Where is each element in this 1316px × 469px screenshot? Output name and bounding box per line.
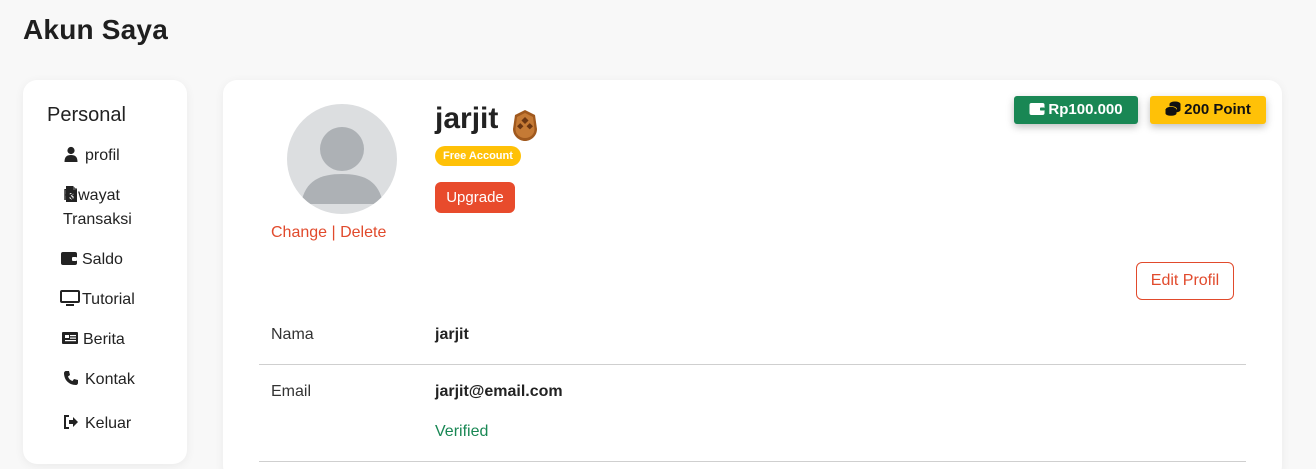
delete-avatar-link[interactable]: Delete: [340, 224, 386, 241]
sidebar-item-label: Keluar: [85, 415, 132, 432]
name-label: Nama: [271, 326, 314, 343]
sidebar-item-label: Kontak: [85, 371, 135, 388]
sidebar-heading: Personal: [47, 104, 126, 126]
sidebar-item-tutorial[interactable]: Tutorial: [60, 288, 170, 312]
sidebar: Personal profil $ Riwayat Transaksi Sald…: [23, 80, 187, 464]
avatar[interactable]: [287, 104, 397, 214]
point-badge[interactable]: 200 Point: [1150, 96, 1266, 124]
email-verified-status: Verified: [435, 423, 489, 440]
newspaper-icon: [61, 330, 81, 346]
sidebar-item-berita[interactable]: Berita: [61, 328, 171, 352]
row-divider: [259, 364, 1246, 365]
wallet-icon: [60, 250, 80, 266]
sidebar-item-profil[interactable]: profil: [63, 144, 173, 168]
sidebar-item-label: Riwayat Transaksi: [63, 187, 132, 228]
monitor-icon: [60, 290, 80, 306]
sidebar-item-label: Berita: [83, 331, 125, 348]
sidebar-item-label: profil: [85, 147, 120, 164]
page-title: Akun Saya: [23, 14, 168, 45]
coins-icon: [1165, 98, 1181, 126]
email-value: jarjit@email.com: [435, 383, 563, 400]
user-icon: [63, 146, 83, 162]
sidebar-item-riwayat-transaksi[interactable]: $ Riwayat Transaksi: [63, 184, 181, 232]
sidebar-item-saldo[interactable]: Saldo: [60, 248, 170, 272]
profile-card: Change | Delete jarjit Free Account Upgr…: [223, 80, 1282, 469]
name-value: jarjit: [435, 326, 469, 343]
wallet-icon: [1029, 98, 1045, 126]
rank-badge-icon: [510, 109, 540, 142]
sidebar-item-label: Saldo: [82, 251, 123, 268]
account-type-badge: Free Account: [435, 146, 521, 166]
upgrade-button[interactable]: Upgrade: [435, 182, 515, 213]
username: jarjit: [435, 102, 499, 135]
sidebar-item-keluar[interactable]: Keluar: [63, 412, 173, 436]
phone-icon: [63, 370, 83, 386]
change-avatar-link[interactable]: Change: [271, 224, 327, 241]
avatar-link-separator: |: [327, 224, 341, 241]
saldo-value: Rp100.000: [1048, 101, 1123, 118]
sign-out-icon: [63, 414, 83, 430]
saldo-badge[interactable]: Rp100.000: [1014, 96, 1138, 124]
sidebar-item-kontak[interactable]: Kontak: [63, 368, 173, 392]
row-divider: [259, 461, 1246, 462]
point-value: 200 Point: [1184, 101, 1251, 118]
avatar-actions: Change | Delete: [271, 224, 386, 242]
edit-profile-button[interactable]: Edit Profil: [1136, 262, 1234, 300]
email-label: Email: [271, 383, 312, 400]
sidebar-item-label: Tutorial: [82, 291, 135, 308]
